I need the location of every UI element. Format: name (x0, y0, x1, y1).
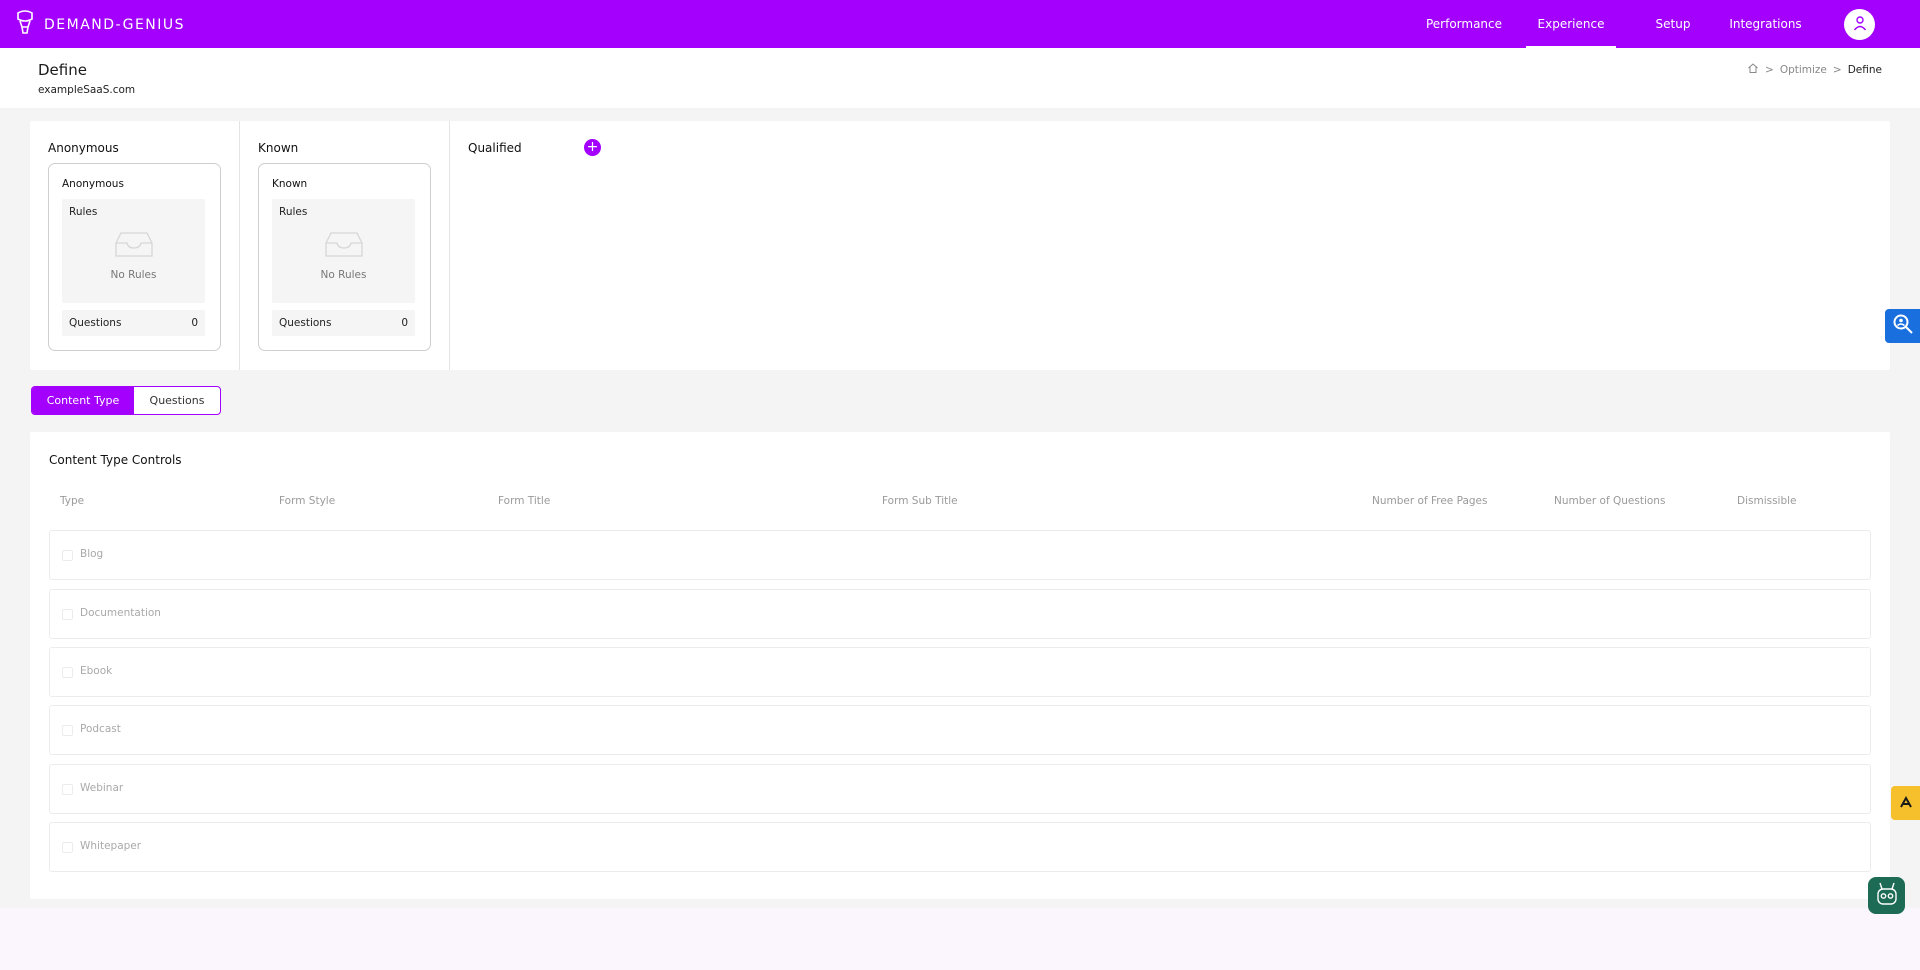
breadcrumb-separator: > (1832, 63, 1842, 76)
row-type-name: Ebook (80, 665, 113, 677)
logo-text: DEMAND-GENIUS (44, 17, 186, 33)
rules-box: Rules No Rules (272, 199, 415, 303)
chatbot-widget-button[interactable] (1868, 877, 1905, 914)
breadcrumb-define: Define (1847, 63, 1882, 76)
segment-card-title: Known (272, 178, 308, 190)
questions-count: 0 (191, 317, 198, 329)
table-row[interactable]: Podcast (49, 705, 1871, 755)
row-checkbox[interactable] (62, 609, 73, 620)
plus-icon: + (586, 139, 599, 155)
row-checkbox[interactable] (62, 725, 73, 736)
rules-label: Rules (279, 206, 308, 218)
page-header: Define exampleSaaS.com > Optimize > Defi… (0, 48, 1920, 108)
column-header-form-title: Form Title (498, 495, 551, 507)
nav-experience[interactable]: Experience (1526, 0, 1616, 48)
column-header-form-style: Form Style (279, 495, 336, 507)
segment-card-known[interactable]: Known Rules No Rules Questions 0 (258, 163, 431, 351)
page-subtitle: exampleSaaS.com (38, 84, 136, 96)
segment-column-known: Known Known Rules No Rules Questions 0 (240, 121, 450, 370)
segment-column-anonymous: Anonymous Anonymous Rules No Rules Quest… (30, 121, 240, 370)
breadcrumb-optimize[interactable]: Optimize (1780, 64, 1827, 76)
table-row[interactable]: Documentation (49, 589, 1871, 639)
rules-label: Rules (69, 206, 98, 218)
logo-icon (14, 10, 36, 40)
no-rules-text: No Rules (320, 269, 367, 281)
column-header-form-sub-title: Form Sub Title (882, 495, 958, 507)
tab-group: Content Type Questions (31, 386, 221, 415)
table-row[interactable]: Ebook (49, 647, 1871, 697)
controls-title: Content Type Controls (49, 453, 182, 467)
row-type-name: Webinar (80, 782, 124, 794)
questions-row: Questions 0 (272, 310, 415, 336)
page-title: Define (38, 61, 87, 79)
questions-count: 0 (401, 317, 408, 329)
row-type-name: Blog (80, 548, 104, 560)
column-header-dismissible: Dismissible (1737, 495, 1797, 507)
empty-inbox-icon (115, 230, 153, 258)
rules-box: Rules No Rules (62, 199, 205, 303)
tab-content-type[interactable]: Content Type (32, 387, 134, 414)
column-header-type: Type (60, 495, 85, 507)
search-widget-button[interactable] (1885, 309, 1920, 343)
breadcrumb-separator: > (1765, 63, 1774, 76)
nav-performance[interactable]: Performance (1420, 0, 1508, 48)
arrow-up-icon (1899, 794, 1913, 813)
questions-label: Questions (279, 317, 332, 329)
questions-label: Questions (69, 317, 122, 329)
row-type-name: Whitepaper (80, 840, 142, 852)
segment-card-title: Anonymous (62, 178, 124, 190)
questions-row: Questions 0 (62, 310, 205, 336)
yellow-widget-button[interactable] (1891, 786, 1920, 820)
segment-heading-qualified: Qualified (468, 141, 522, 155)
table-row[interactable]: Webinar (49, 764, 1871, 814)
footer-strip (0, 908, 1920, 970)
tab-questions[interactable]: Questions (134, 387, 220, 414)
user-avatar-button[interactable] (1844, 9, 1875, 40)
row-checkbox[interactable] (62, 667, 73, 678)
no-rules-text: No Rules (110, 269, 157, 281)
add-qualified-button[interactable]: + (584, 139, 601, 156)
nav-integrations[interactable]: Integrations (1728, 0, 1803, 48)
segment-card-anonymous[interactable]: Anonymous Rules No Rules Questions 0 (48, 163, 221, 351)
search-person-icon (1892, 313, 1914, 339)
row-checkbox[interactable] (62, 842, 73, 853)
top-nav-bar: DEMAND-GENIUS Performance Experience Set… (0, 0, 1920, 48)
nav-setup[interactable]: Setup (1654, 0, 1692, 48)
user-icon (1852, 15, 1868, 35)
logo[interactable]: DEMAND-GENIUS (14, 10, 185, 40)
empty-inbox-icon (325, 230, 363, 258)
segment-heading: Anonymous (48, 141, 119, 155)
row-type-name: Documentation (80, 607, 161, 619)
robot-icon (1873, 880, 1901, 912)
row-type-name: Podcast (80, 723, 121, 735)
segment-heading: Known (258, 141, 299, 155)
content-type-controls-card: Content Type Controls Type Form Style Fo… (30, 432, 1890, 899)
table-row[interactable]: Whitepaper (49, 822, 1871, 872)
breadcrumb: > Optimize > Define (1747, 62, 1882, 77)
column-header-num-questions: Number of Questions (1554, 495, 1666, 507)
column-header-free-pages: Number of Free Pages (1372, 495, 1488, 507)
row-checkbox[interactable] (62, 784, 73, 795)
row-checkbox[interactable] (62, 550, 73, 561)
segments-panel: Anonymous Anonymous Rules No Rules Quest… (30, 121, 1890, 370)
home-icon[interactable] (1747, 62, 1759, 77)
table-row[interactable]: Blog (49, 530, 1871, 580)
